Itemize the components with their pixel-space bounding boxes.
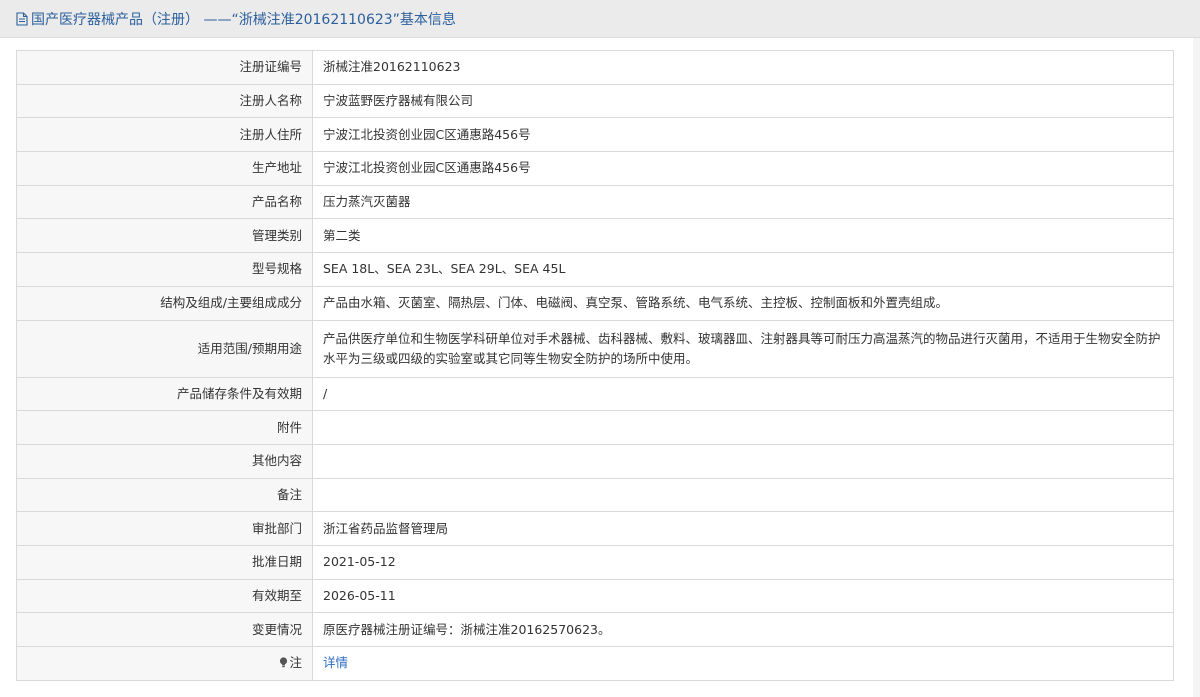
row-value: 产品供医疗单位和生物医学科研单位对手术器械、齿科器械、敷料、玻璃器皿、注射器具等… [312, 319, 1174, 378]
note-label: 注 [289, 655, 302, 671]
row-label: 其他内容 [16, 443, 313, 479]
row-label: 型号规格 [16, 252, 313, 287]
row-value: 产品由水箱、灭菌室、隔热层、门体、电磁阀、真空泵、管路系统、电气系统、主控板、控… [312, 285, 1174, 321]
row-value: 浙江省药品监督管理局 [312, 511, 1174, 546]
info-table: 注册证编号 浙械注准20162110623 注册人名称 宁波蓝野医疗器械有限公司… [16, 50, 1174, 681]
row-label: 产品储存条件及有效期 [16, 376, 313, 412]
row-value [312, 410, 1174, 445]
table-row: 变更情况 原医疗器械注册证编号：浙械注准20162570623。 [16, 612, 1174, 647]
row-label: 生产地址 [16, 151, 313, 186]
row-label: 备注 [16, 477, 313, 513]
page: 国产医疗器械产品（注册） ——“浙械注准20162110623”基本信息 注册证… [0, 0, 1200, 697]
table-row: 审批部门 浙江省药品监督管理局 [16, 511, 1174, 546]
table-row: 备注 [16, 477, 1174, 513]
table-row: 产品储存条件及有效期 / [16, 376, 1174, 412]
table-row: 生产地址 宁波江北投资创业园C区通惠路456号 [16, 151, 1174, 186]
note-row: 注 详情 [16, 646, 1174, 681]
table-row: 适用范围/预期用途 产品供医疗单位和生物医学科研单位对手术器械、齿科器械、敷料、… [16, 319, 1174, 378]
page-title: 国产医疗器械产品（注册） ——“浙械注准20162110623”基本信息 [31, 11, 456, 28]
row-label: 审批部门 [16, 511, 313, 546]
row-label: 结构及组成/主要组成成分 [16, 285, 313, 321]
document-icon [16, 11, 28, 26]
table-row: 其他内容 [16, 443, 1174, 479]
row-value: 宁波江北投资创业园C区通惠路456号 [312, 151, 1174, 186]
row-value: / [312, 376, 1174, 412]
row-value: 原医疗器械注册证编号：浙械注准20162570623。 [312, 612, 1174, 647]
table-row: 批准日期 2021-05-12 [16, 544, 1174, 580]
table-row: 注册人住所 宁波江北投资创业园C区通惠路456号 [16, 117, 1174, 153]
row-value: 浙械注准20162110623 [312, 50, 1174, 85]
row-value: 2021-05-12 [312, 544, 1174, 580]
row-label: 有效期至 [16, 578, 313, 614]
row-label: 注册人住所 [16, 117, 313, 153]
row-label: 适用范围/预期用途 [16, 319, 313, 378]
info-table-container: 注册证编号 浙械注准20162110623 注册人名称 宁波蓝野医疗器械有限公司… [16, 50, 1174, 681]
row-value [312, 477, 1174, 513]
row-label: 批准日期 [16, 544, 313, 580]
note-value-cell: 详情 [312, 646, 1174, 681]
table-row: 附件 [16, 410, 1174, 445]
row-label: 管理类别 [16, 218, 313, 254]
row-value: SEA 18L、SEA 23L、SEA 29L、SEA 45L [312, 252, 1174, 287]
note-label-cell: 注 [16, 646, 313, 681]
row-value [312, 443, 1174, 479]
table-row: 型号规格 SEA 18L、SEA 23L、SEA 29L、SEA 45L [16, 252, 1174, 287]
info-table-body: 注册证编号 浙械注准20162110623 注册人名称 宁波蓝野医疗器械有限公司… [16, 50, 1174, 681]
row-label: 注册证编号 [16, 50, 313, 85]
table-row: 产品名称 压力蒸汽灭菌器 [16, 184, 1174, 220]
row-value: 压力蒸汽灭菌器 [312, 184, 1174, 220]
row-label: 注册人名称 [16, 83, 313, 119]
page-header: 国产医疗器械产品（注册） ——“浙械注准20162110623”基本信息 [0, 0, 1200, 38]
table-row: 结构及组成/主要组成成分 产品由水箱、灭菌室、隔热层、门体、电磁阀、真空泵、管路… [16, 285, 1174, 321]
table-row: 管理类别 第二类 [16, 218, 1174, 254]
scrollbar-track[interactable] [1193, 38, 1200, 697]
row-value: 宁波江北投资创业园C区通惠路456号 [312, 117, 1174, 153]
row-label: 变更情况 [16, 612, 313, 647]
lightbulb-icon [280, 657, 288, 668]
row-value: 2026-05-11 [312, 578, 1174, 614]
row-value: 宁波蓝野医疗器械有限公司 [312, 83, 1174, 119]
table-row: 注册人名称 宁波蓝野医疗器械有限公司 [16, 83, 1174, 119]
table-row: 有效期至 2026-05-11 [16, 578, 1174, 614]
row-label: 附件 [16, 410, 313, 445]
row-value: 第二类 [312, 218, 1174, 254]
table-row: 注册证编号 浙械注准20162110623 [16, 50, 1174, 85]
row-label: 产品名称 [16, 184, 313, 220]
detail-link[interactable]: 详情 [323, 655, 348, 670]
